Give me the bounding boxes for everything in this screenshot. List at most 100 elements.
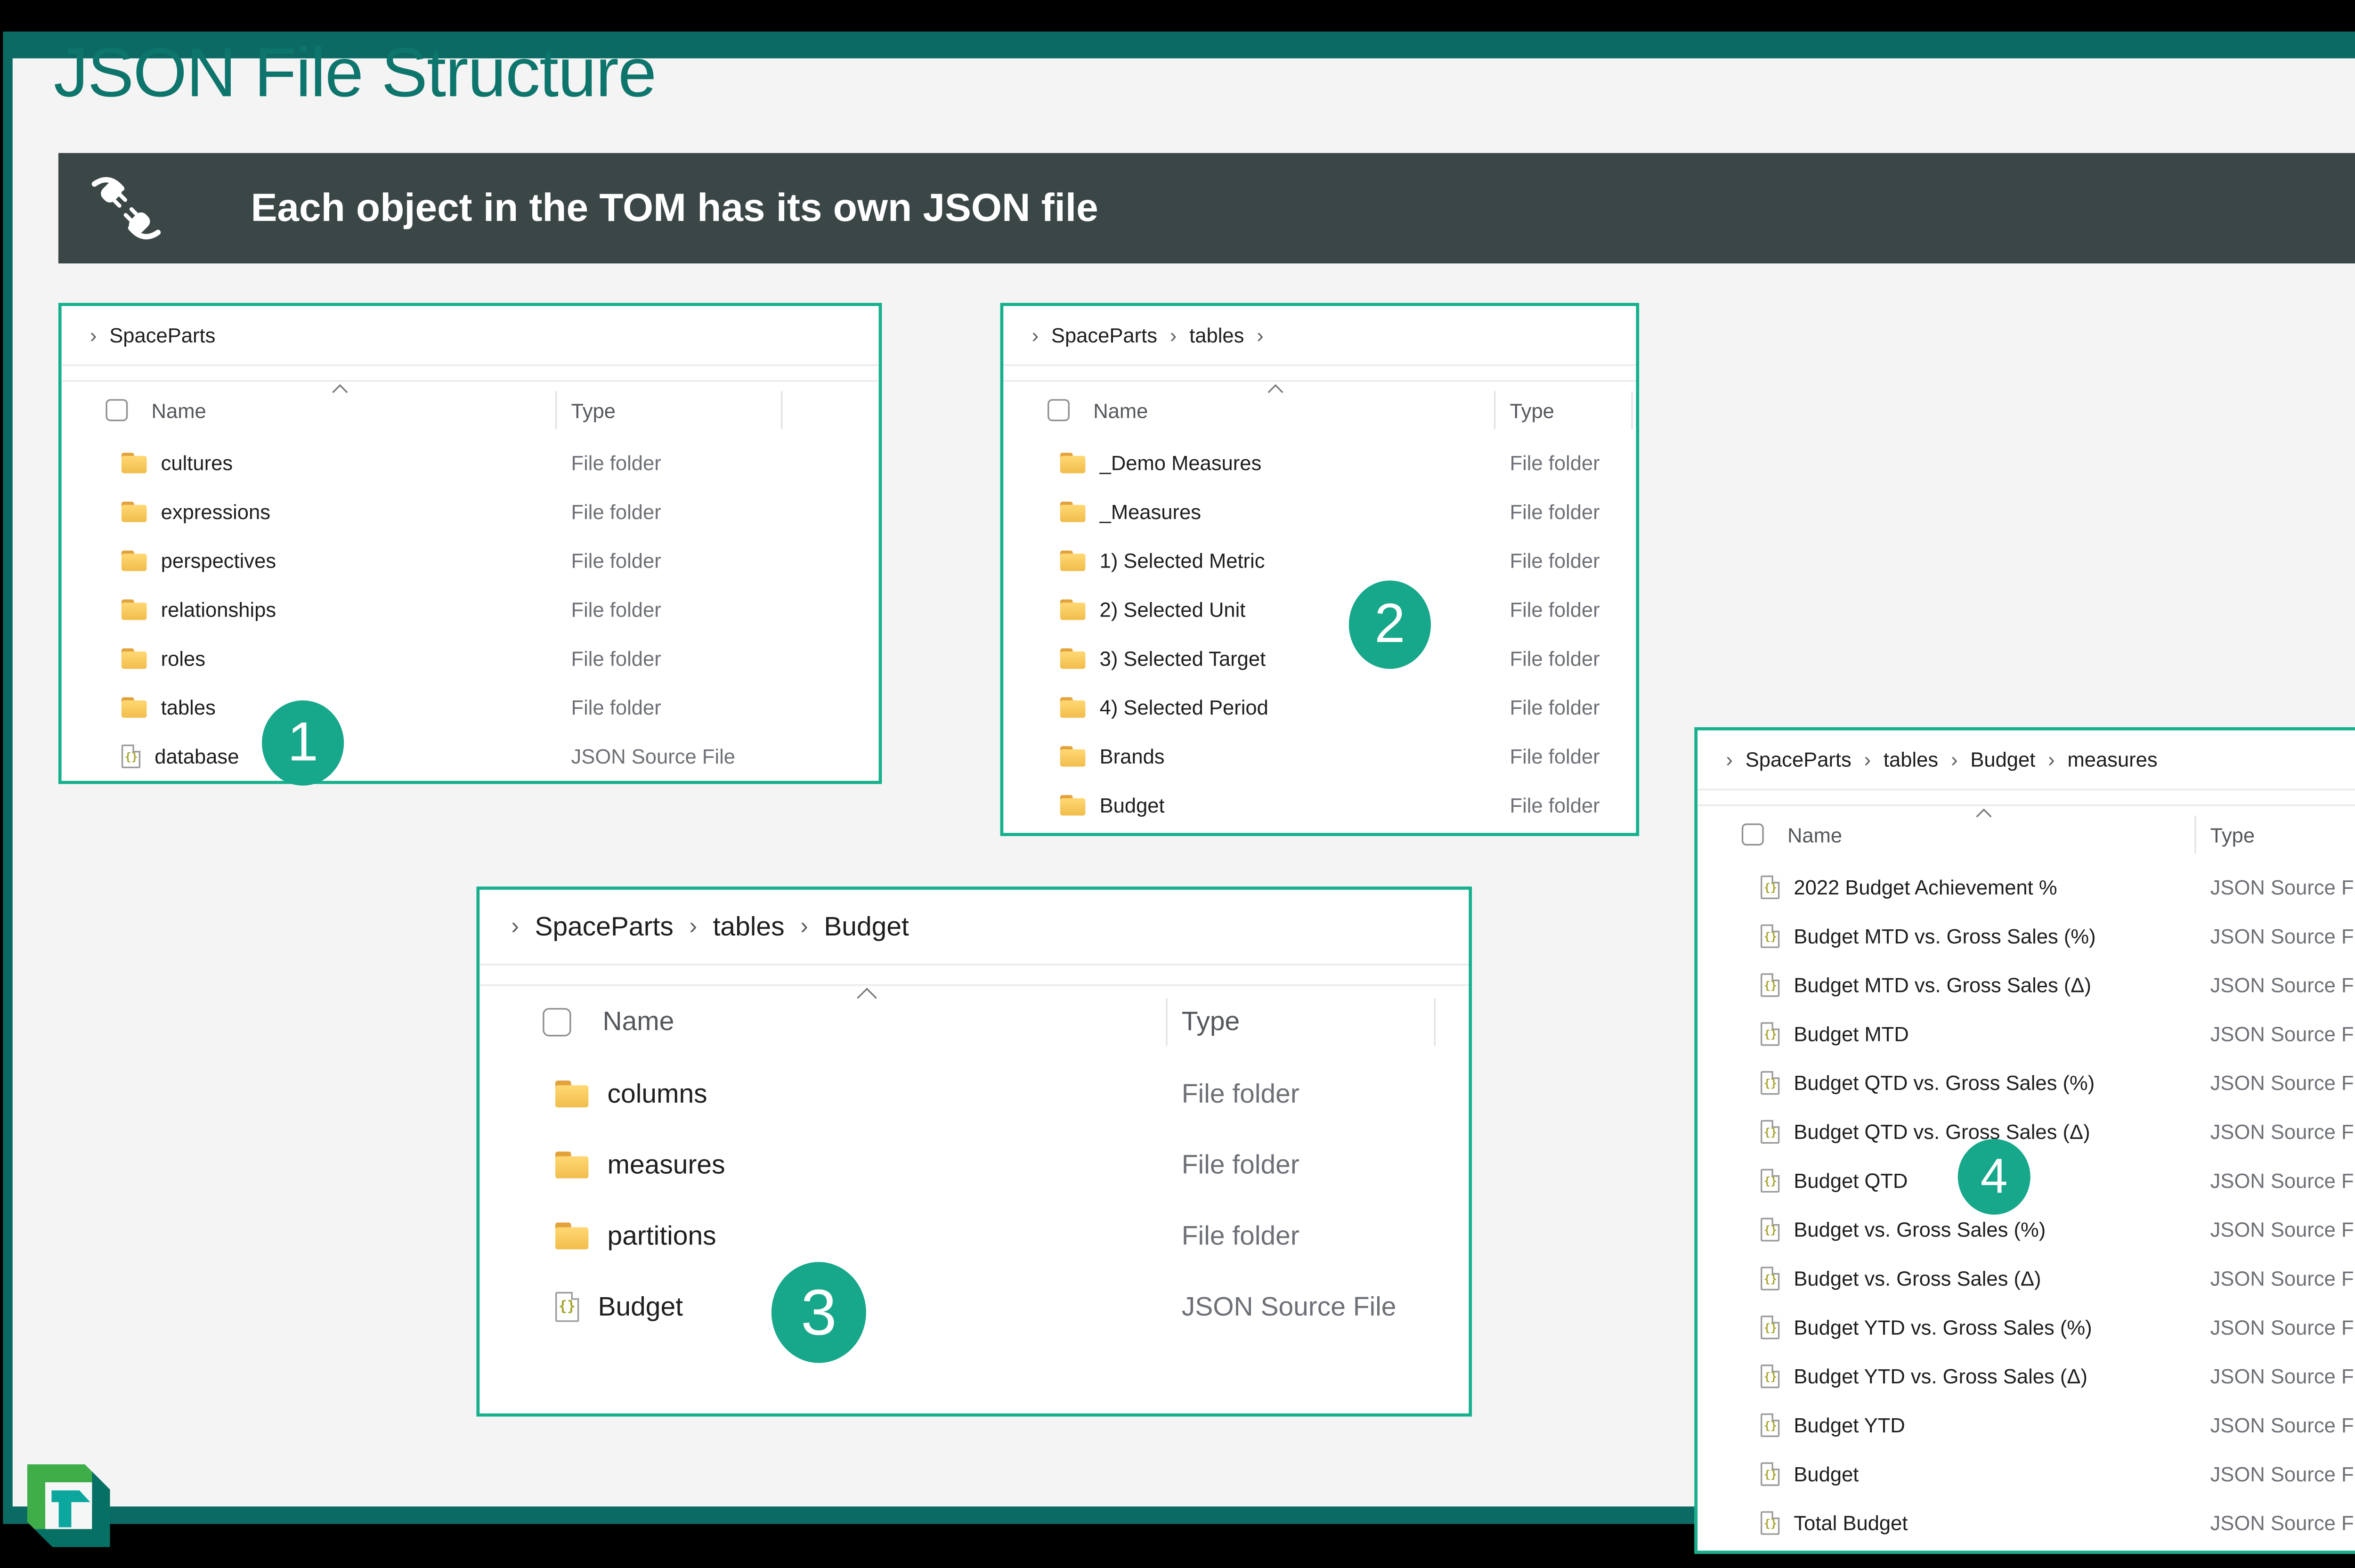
file-row[interactable]: Budget YTD vs. Gross Sales (%) JSON Sourc… xyxy=(1697,1303,2355,1352)
file-name: 1) Selected Metric xyxy=(1099,549,1265,573)
breadcrumb-item[interactable]: tables xyxy=(713,911,785,942)
page-title: JSON File Structure xyxy=(53,34,657,112)
breadcrumb-item[interactable]: SpaceParts xyxy=(535,911,673,942)
file-row[interactable]: Budget vs. Gross Sales (Δ) JSON Source Fi… xyxy=(1697,1254,2355,1303)
file-row[interactable]: Budget MTD JSON Source File xyxy=(1697,1009,2355,1058)
file-row[interactable]: Budget YTD JSON Source File xyxy=(1697,1401,2355,1450)
file-type: JSON Source File xyxy=(2210,1169,2355,1193)
column-divider[interactable] xyxy=(2194,815,2196,853)
file-row[interactable]: _Measures File folder xyxy=(1003,487,1636,536)
file-name: _Measures xyxy=(1099,500,1202,524)
file-name: tables xyxy=(161,695,216,720)
file-row[interactable]: cultures File folder xyxy=(62,439,879,487)
file-row[interactable]: Budget MTD vs. Gross Sales (Δ) JSON Sourc… xyxy=(1697,961,2355,1010)
file-row[interactable]: 1) Selected Metric File folder xyxy=(1003,536,1636,585)
file-type: JSON Source File xyxy=(2210,1413,2355,1438)
folder-icon xyxy=(555,1151,589,1178)
file-row[interactable]: partitions File folder xyxy=(479,1201,1469,1272)
breadcrumb-item[interactable]: Budget xyxy=(1970,747,2035,771)
file-row[interactable]: 2022 Budget Achievement % JSON Source Fil… xyxy=(1697,863,2355,912)
select-all-checkbox[interactable] xyxy=(543,1008,571,1037)
column-header-name[interactable]: Name xyxy=(603,1007,674,1038)
file-row[interactable]: Budget MTD vs. Gross Sales (%) JSON Sourc… xyxy=(1697,912,2355,961)
file-row[interactable]: perspectives File folder xyxy=(62,536,879,585)
chevron-right-icon: › xyxy=(1726,747,1733,772)
sort-ascending-icon[interactable] xyxy=(1976,808,1992,824)
file-row[interactable]: expressions File folder xyxy=(62,487,879,536)
column-header-name[interactable]: Name xyxy=(1787,823,1842,846)
column-header-name[interactable]: Name xyxy=(152,398,206,422)
file-row[interactable]: Budget JSON Source File xyxy=(479,1271,1469,1342)
column-divider[interactable] xyxy=(1166,998,1168,1046)
file-row[interactable]: Budget YTD vs. Gross Sales (Δ) JSON Sourc… xyxy=(1697,1352,2355,1401)
file-row[interactable]: roles File folder xyxy=(62,634,879,683)
file-row[interactable]: relationships File folder xyxy=(62,585,879,634)
file-row[interactable]: 3) Selected Target File folder xyxy=(1003,634,1636,683)
file-row[interactable]: tables File folder xyxy=(62,683,879,732)
select-all-checkbox[interactable] xyxy=(1048,399,1070,422)
column-header-row: Name Type xyxy=(1003,382,1636,439)
file-type: JSON Source File xyxy=(2210,875,2355,899)
column-divider[interactable] xyxy=(1494,391,1496,429)
sort-ascending-icon[interactable] xyxy=(1267,384,1283,400)
file-name: _Demo Measures xyxy=(1099,451,1262,475)
file-row[interactable]: Budget QTD vs. Gross Sales (Δ) JSON Sourc… xyxy=(1697,1107,2355,1156)
column-divider[interactable] xyxy=(781,391,783,429)
breadcrumb-item[interactable]: SpaceParts xyxy=(109,324,215,347)
column-header-type[interactable]: Type xyxy=(571,398,616,422)
file-row[interactable]: database JSON Source File xyxy=(62,732,879,781)
file-name: 2) Selected Unit xyxy=(1099,598,1246,622)
file-row[interactable]: Total Budget JSON Source File xyxy=(1697,1499,2355,1548)
sort-ascending-icon[interactable] xyxy=(332,384,348,400)
file-type: JSON Source File xyxy=(2210,1316,2355,1340)
column-divider[interactable] xyxy=(555,391,557,429)
file-row[interactable]: columns File folder xyxy=(479,1058,1469,1129)
step-badge-4: 4 xyxy=(1957,1139,2030,1215)
file-name: partitions xyxy=(607,1220,716,1251)
chevron-right-icon: › xyxy=(2048,747,2055,772)
breadcrumb: › SpaceParts › tables › xyxy=(1003,324,1276,347)
json-file-icon xyxy=(555,1292,579,1322)
file-row[interactable]: Brands File folder xyxy=(1003,732,1636,781)
column-header-type[interactable]: Type xyxy=(1510,398,1554,422)
file-row[interactable]: Budget QTD vs. Gross Sales (%) JSON Sourc… xyxy=(1697,1058,2355,1107)
folder-icon xyxy=(1060,648,1086,669)
file-name: Budget YTD xyxy=(1794,1413,1905,1438)
select-all-checkbox[interactable] xyxy=(1741,823,1764,846)
breadcrumb-item[interactable]: Budget xyxy=(824,911,909,942)
json-file-icon xyxy=(1761,1169,1780,1193)
breadcrumb-item[interactable]: SpaceParts xyxy=(1051,324,1157,347)
breadcrumb-item[interactable]: measures xyxy=(2067,747,2157,771)
toolbar-strip xyxy=(479,966,1469,986)
rows: 2022 Budget Achievement % JSON Source Fil… xyxy=(1697,863,2355,1548)
select-all-checkbox[interactable] xyxy=(106,399,128,422)
file-type: File folder xyxy=(1181,1220,1299,1251)
breadcrumb-item[interactable]: tables xyxy=(1884,747,1938,771)
file-row[interactable]: 2) Selected Unit File folder xyxy=(1003,585,1636,634)
breadcrumb-item[interactable]: tables xyxy=(1189,324,1244,347)
file-type: JSON Source File xyxy=(2210,1120,2355,1144)
column-header-type[interactable]: Type xyxy=(1182,1007,1240,1038)
file-name: Budget YTD vs. Gross Sales (%) xyxy=(1794,1316,2092,1340)
column-header-name[interactable]: Name xyxy=(1093,398,1148,422)
folder-icon xyxy=(121,550,147,571)
file-row[interactable]: 4) Selected Period File folder xyxy=(1003,683,1636,732)
column-divider[interactable] xyxy=(1434,998,1436,1046)
file-name: Budget xyxy=(1794,1462,1859,1486)
file-row[interactable]: _Demo Measures File folder xyxy=(1003,439,1636,487)
sort-ascending-icon[interactable] xyxy=(857,987,877,1008)
file-type: File folder xyxy=(1510,598,1600,622)
file-name: database xyxy=(154,744,239,769)
file-name: 3) Selected Target xyxy=(1099,647,1266,671)
file-row[interactable]: Budget JSON Source File xyxy=(1697,1450,2355,1499)
file-type: JSON Source File xyxy=(2210,1511,2355,1535)
chevron-right-icon: › xyxy=(1169,323,1177,347)
file-row[interactable]: Budget vs. Gross Sales (%) JSON Source Fi… xyxy=(1697,1205,2355,1254)
breadcrumb-item[interactable]: SpaceParts xyxy=(1746,747,1852,771)
rows: _Demo Measures File folder _Measures File f… xyxy=(1003,439,1636,830)
column-header-type[interactable]: Type xyxy=(2210,823,2255,846)
rows: columns File folder measures File folder par… xyxy=(479,1058,1469,1342)
file-row[interactable]: Budget File folder xyxy=(1003,781,1636,830)
column-divider[interactable] xyxy=(1631,391,1633,429)
file-row[interactable]: measures File folder xyxy=(479,1129,1469,1201)
